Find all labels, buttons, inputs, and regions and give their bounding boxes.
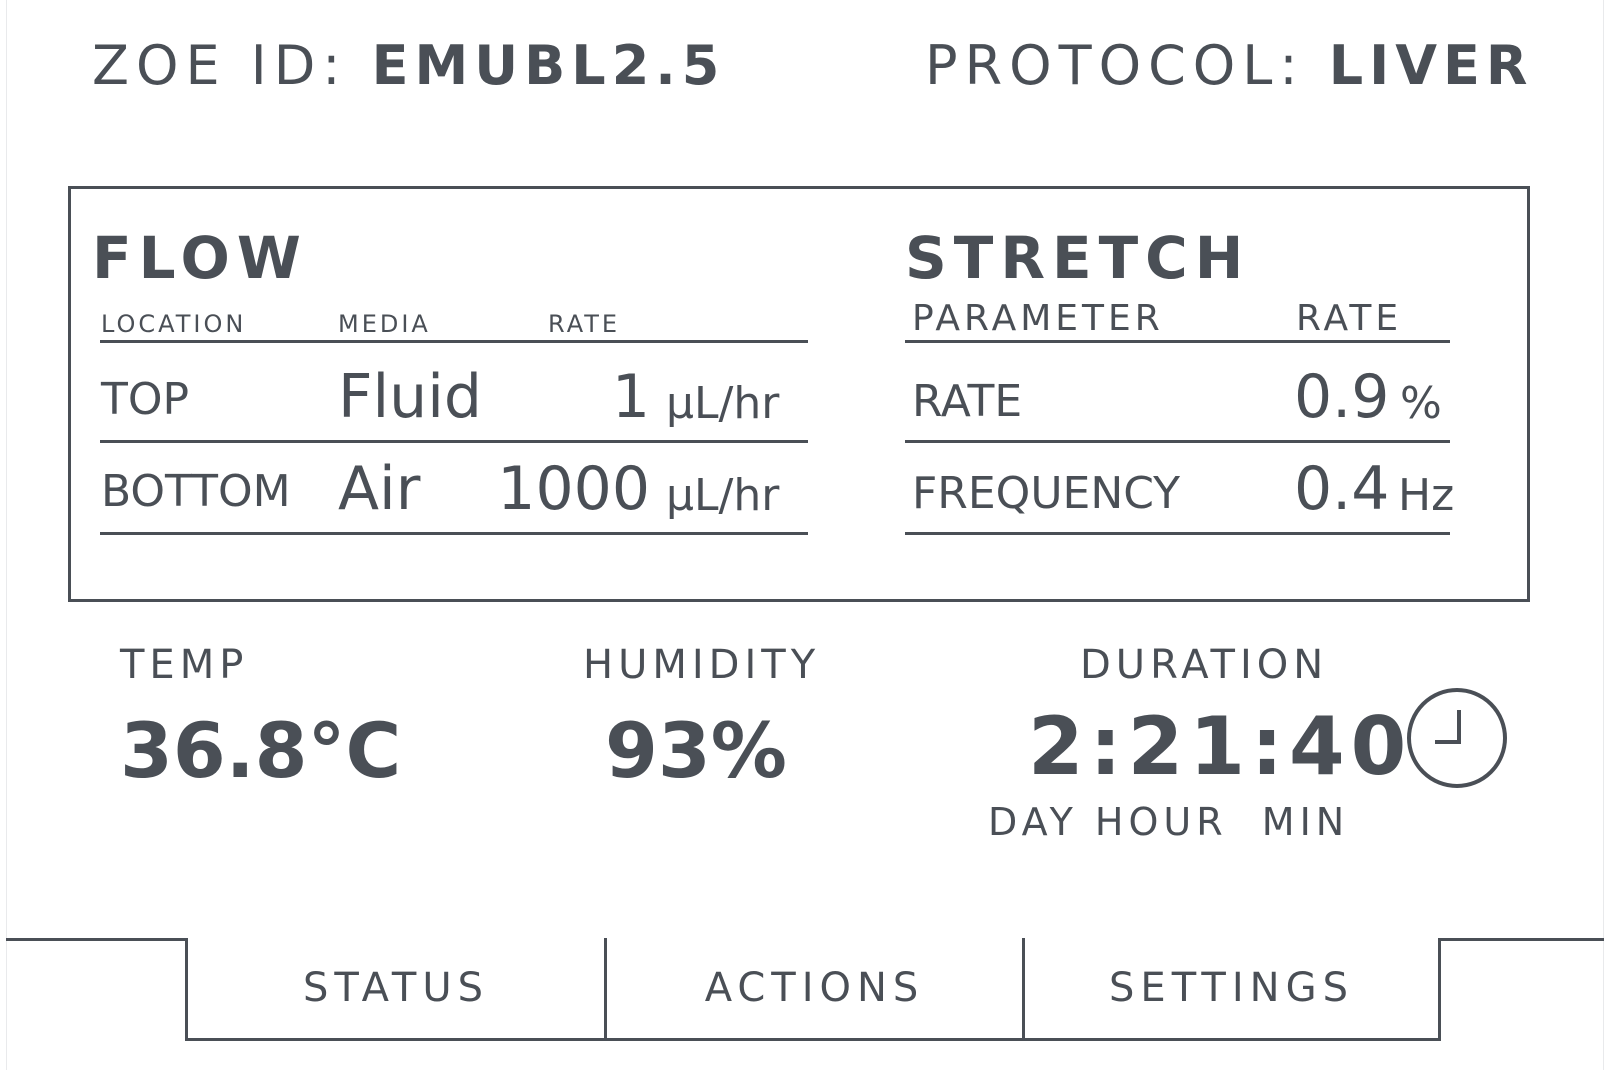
tab-status[interactable]: STATUS [185,938,607,1041]
humidity-label: HUMIDITY [583,642,821,688]
tab-actions-label: ACTIONS [704,965,925,1011]
duration-value: 2:21:40 [1028,700,1413,793]
clock-minute-hand [1435,740,1461,744]
stretch-col-rate: RATE [1296,298,1403,339]
flow-row-top-media: Fluid [338,362,482,432]
flow-title: FLOW [92,224,308,292]
temp-label: TEMP [120,642,249,688]
flow-row-rule [100,532,808,535]
flow-row-bottom-unit: µL/hr [666,470,780,521]
stretch-row-rule [905,532,1450,535]
stretch-row-frequency-value: 0.4 [1294,454,1390,524]
tab-actions[interactable]: ACTIONS [604,938,1025,1041]
temp-value: 36.8°C [120,706,402,795]
tab-bar-line-left [6,938,186,941]
duration-label: DURATION [1080,642,1329,688]
flow-col-location: LOCATION [101,310,247,338]
flow-row-top-unit: µL/hr [666,378,780,429]
flow-col-rate: RATE [548,310,621,338]
flow-header-rule [100,340,808,343]
stretch-row-rate-value: 0.9 [1294,362,1390,432]
stretch-title: STRETCH [905,224,1251,292]
stretch-row-rule [905,440,1450,443]
stretch-row-rate-parameter: RATE [912,376,1023,427]
protocol-header: PROTOCOL: LIVER [925,34,1534,97]
flow-row-top-location: TOP [101,374,190,425]
stretch-header-rule [905,340,1450,343]
flow-row-bottom-location: BOTTOM [101,466,291,517]
zoe-id-header: ZOE ID: EMUBL2.5 [92,34,725,97]
tab-bar-line-right [1438,938,1604,941]
flow-row-rule [100,440,808,443]
duration-units: DAY HOUR MIN [988,800,1350,844]
clock-hour-hand [1457,710,1461,744]
humidity-value: 93% [605,706,787,795]
protocol-label: PROTOCOL: [925,34,1305,97]
tab-status-label: STATUS [302,965,490,1011]
flow-row-bottom-rate: 1000 [497,454,650,524]
flow-col-media: MEDIA [338,310,431,338]
zoe-id-label: ZOE ID: [92,34,348,97]
flow-row-top-rate: 1 [611,362,650,432]
tab-settings-label: SETTINGS [1109,965,1354,1011]
flow-row-bottom-media: Air [338,454,421,524]
protocol-value: LIVER [1328,34,1534,97]
stretch-row-frequency-unit: Hz [1398,470,1455,521]
clock-icon [1407,688,1507,788]
stretch-col-parameter: PARAMETER [912,298,1164,339]
tab-settings[interactable]: SETTINGS [1022,938,1441,1041]
stretch-row-rate-unit: % [1400,378,1442,429]
zoe-id-value: EMUBL2.5 [371,34,726,97]
stretch-row-frequency-parameter: FREQUENCY [912,468,1181,519]
